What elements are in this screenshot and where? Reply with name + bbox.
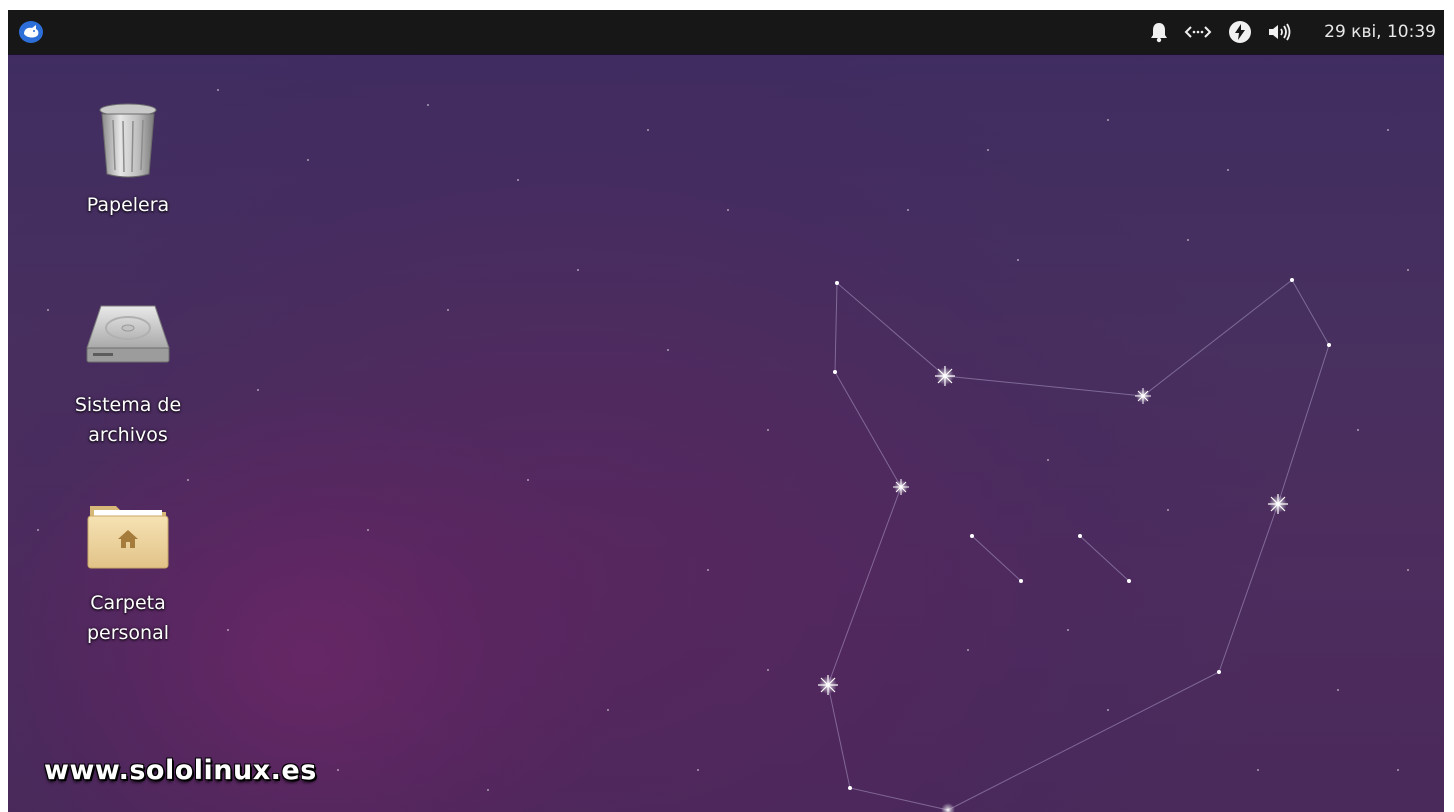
watermark-text: www.sololinux.es xyxy=(44,755,317,786)
desktop-icon-filesystem[interactable]: Sistema de archivos xyxy=(53,302,203,450)
desktop-icon-label: Sistema de archivos xyxy=(74,394,182,446)
network-icon[interactable] xyxy=(1176,10,1220,54)
system-tray: 29 кві, 10:39 xyxy=(1142,10,1436,54)
desktop-screen: 29 кві, 10:39 Papelera Sistema de archiv… xyxy=(8,10,1444,812)
bell-icon[interactable] xyxy=(1142,10,1176,54)
home-folder-icon xyxy=(87,506,169,569)
clock[interactable]: 29 кві, 10:39 xyxy=(1324,10,1436,54)
desktop-icon-home[interactable]: Carpeta personal xyxy=(53,500,203,648)
desktop-icon-label: Papelera xyxy=(86,194,170,216)
trash-icon xyxy=(99,103,157,178)
xfce-mouse-icon[interactable] xyxy=(18,20,44,44)
power-icon[interactable] xyxy=(1220,10,1260,54)
desktop-icon-trash[interactable]: Papelera xyxy=(53,102,203,220)
hard-drive-icon xyxy=(86,305,170,363)
volume-icon[interactable] xyxy=(1260,10,1300,54)
wallpaper-constellation xyxy=(37,89,1409,812)
desktop-icon-label: Carpeta personal xyxy=(86,592,170,644)
top-panel: 29 кві, 10:39 xyxy=(8,10,1444,54)
